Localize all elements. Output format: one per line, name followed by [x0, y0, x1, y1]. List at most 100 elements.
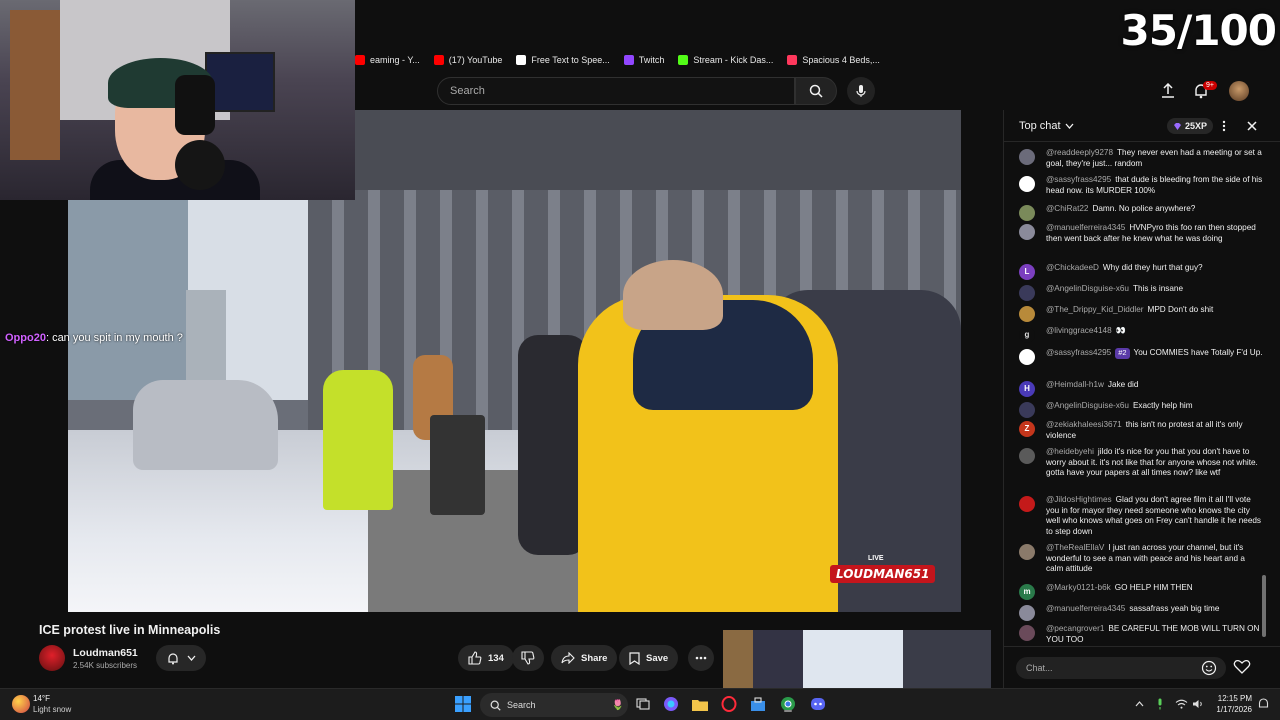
chat-footer: Chat...	[1004, 646, 1280, 688]
chat-author-avatar[interactable]	[1019, 496, 1035, 512]
chat-author-avatar[interactable]	[1019, 306, 1035, 322]
task-view-button[interactable]	[634, 695, 652, 713]
close-chat-button[interactable]	[1245, 119, 1259, 133]
chat-author-name[interactable]: @heidebyehi	[1046, 447, 1094, 456]
xp-badge[interactable]: 25XP	[1167, 118, 1214, 134]
upload-button[interactable]	[1159, 82, 1177, 100]
chat-author-avatar[interactable]: Z	[1019, 421, 1035, 437]
chat-author-name[interactable]: @ChickadeeD	[1046, 263, 1099, 272]
share-button[interactable]: Share	[551, 645, 618, 671]
voice-search-button[interactable]	[847, 77, 875, 105]
chat-author-name[interactable]: @ChiRat22	[1046, 204, 1088, 213]
xp-value: 25XP	[1185, 121, 1208, 131]
chat-author-avatar[interactable]: H	[1019, 381, 1035, 397]
channel-avatar[interactable]	[39, 645, 65, 671]
chrome-button[interactable]	[779, 695, 797, 713]
bookmark-1[interactable]: (17) YouTube	[433, 55, 502, 65]
chat-author-avatar[interactable]	[1019, 448, 1035, 464]
bookmark-4[interactable]: Stream - Kick Das...	[678, 55, 773, 65]
bookmark-0[interactable]: eaming - Y...	[355, 55, 420, 65]
chat-author-name[interactable]: @sassyfrass4295	[1046, 348, 1111, 357]
search-button[interactable]	[795, 77, 837, 105]
chat-author-name[interactable]: @livinggrace4148	[1046, 326, 1112, 335]
chat-author-name[interactable]: @zekiakhaleesi3671	[1046, 420, 1122, 429]
chat-author-name[interactable]: @sassyfrass4295	[1046, 175, 1111, 184]
chat-author-avatar[interactable]	[1019, 349, 1035, 365]
discord-icon	[811, 698, 825, 710]
chat-author-name[interactable]: @manuelferreira4345	[1046, 223, 1125, 232]
chat-message-text: Why did they hurt that guy?	[1102, 263, 1203, 272]
chat-author-name[interactable]: @The_Drippy_Kid_Diddler	[1046, 305, 1144, 314]
task-view-icon	[636, 698, 650, 710]
wifi-button[interactable]	[1174, 697, 1188, 711]
chat-author-avatar[interactable]	[1019, 205, 1035, 221]
taskbar-search[interactable]: Search 🌷	[480, 693, 628, 717]
clock[interactable]: 12:15 PM 1/17/2026	[1210, 693, 1252, 715]
chat-author-avatar[interactable]: g	[1019, 327, 1035, 343]
chat-author-name[interactable]: @AngelinDisguise-x6u	[1046, 284, 1129, 293]
search-input[interactable]: Search	[437, 77, 795, 105]
bookmark-5[interactable]: Spacious 4 Beds,...	[787, 55, 880, 65]
chat-message-body: @sassyfrass4295 that dude is bleeding fro…	[1046, 175, 1264, 196]
discord-button[interactable]	[809, 695, 827, 713]
account-avatar[interactable]	[1229, 81, 1249, 101]
opera-gx-button[interactable]	[720, 695, 738, 713]
chat-author-avatar[interactable]	[1019, 544, 1035, 560]
volume-button[interactable]	[1191, 697, 1205, 711]
emoji-button[interactable]	[1201, 660, 1217, 676]
chat-author-avatar[interactable]: L	[1019, 264, 1035, 280]
mic-tray-button[interactable]	[1153, 697, 1167, 711]
chat-message-body: @ChickadeeD Why did they hurt that guy?	[1046, 263, 1264, 274]
taskbar: 14°F Light snow Search 🌷 12:15 PM 1/17/2…	[0, 688, 1280, 720]
search-placeholder: Search	[450, 85, 485, 97]
recommended-video-thumbnail[interactable]	[723, 630, 991, 688]
subscription-bell-button[interactable]	[156, 645, 206, 671]
weather-temp[interactable]: 14°F	[33, 694, 50, 703]
chat-author-name[interactable]: @readdeeply9278	[1046, 148, 1113, 157]
store-button[interactable]	[749, 695, 767, 713]
chat-message-text: This is insane	[1132, 284, 1184, 293]
chat-author-name[interactable]: @Marky0121-b6k	[1046, 583, 1111, 592]
chat-author-avatar[interactable]	[1019, 176, 1035, 192]
chat-author-name[interactable]: @pecangrover1	[1046, 624, 1104, 633]
show-hidden-icons-button[interactable]	[1132, 697, 1146, 711]
chat-author-name[interactable]: @manuelferreira4345	[1046, 604, 1125, 613]
chat-author-name[interactable]: @TheRealEllaV	[1046, 543, 1104, 552]
chat-author-avatar[interactable]	[1019, 149, 1035, 165]
file-explorer-button[interactable]	[691, 695, 709, 713]
chat-author-avatar[interactable]	[1019, 402, 1035, 418]
bookmark-2[interactable]: Free Text to Spee...	[516, 55, 610, 65]
gem-icon	[1174, 122, 1181, 130]
chat-author-avatar[interactable]	[1019, 285, 1035, 301]
windows-icon	[455, 696, 471, 712]
chat-author-name[interactable]: @Heimdall-h1w	[1046, 380, 1104, 389]
chat-author-avatar[interactable]	[1019, 224, 1035, 240]
chat-mode-dropdown[interactable]: Top chat	[1019, 120, 1074, 132]
bookmark-3-label: Twitch	[638, 55, 665, 65]
notification-center-button[interactable]	[1256, 697, 1270, 711]
like-button[interactable]: 134	[458, 645, 514, 671]
start-button[interactable]	[454, 695, 472, 713]
copilot-button[interactable]	[662, 695, 680, 713]
chat-author-avatar[interactable]	[1019, 625, 1035, 641]
bookmark-3[interactable]: Twitch	[623, 55, 665, 65]
bookmark-2-label: Free Text to Spee...	[531, 55, 610, 65]
dislike-button[interactable]	[512, 645, 544, 671]
chat-scrollbar-thumb[interactable]	[1262, 575, 1266, 637]
chat-author-avatar[interactable]: m	[1019, 584, 1035, 600]
channel-name[interactable]: Loudman651	[73, 647, 138, 659]
chat-input[interactable]: Chat...	[1016, 657, 1226, 679]
chat-author-name[interactable]: @AngelinDisguise-x6u	[1046, 401, 1129, 410]
bookmarks-bar: eaming - Y... (17) YouTube Free Text to …	[355, 50, 880, 70]
more-actions-button[interactable]	[688, 645, 714, 671]
weather-desc[interactable]: Light snow	[33, 705, 71, 714]
weather-icon[interactable]	[12, 695, 30, 713]
save-button[interactable]: Save	[619, 645, 679, 671]
bookmark-0-label: eaming - Y...	[370, 55, 420, 65]
show-appreciation-button[interactable]	[1233, 659, 1251, 677]
chat-author-name[interactable]: @JildosHightimes	[1046, 495, 1112, 504]
chat-menu-button[interactable]	[1220, 119, 1228, 133]
chat-message-body: @zekiakhaleesi3671 this isn't no protest …	[1046, 420, 1264, 441]
chat-author-avatar[interactable]	[1019, 605, 1035, 621]
chat-scrollbar[interactable]	[1262, 140, 1266, 640]
